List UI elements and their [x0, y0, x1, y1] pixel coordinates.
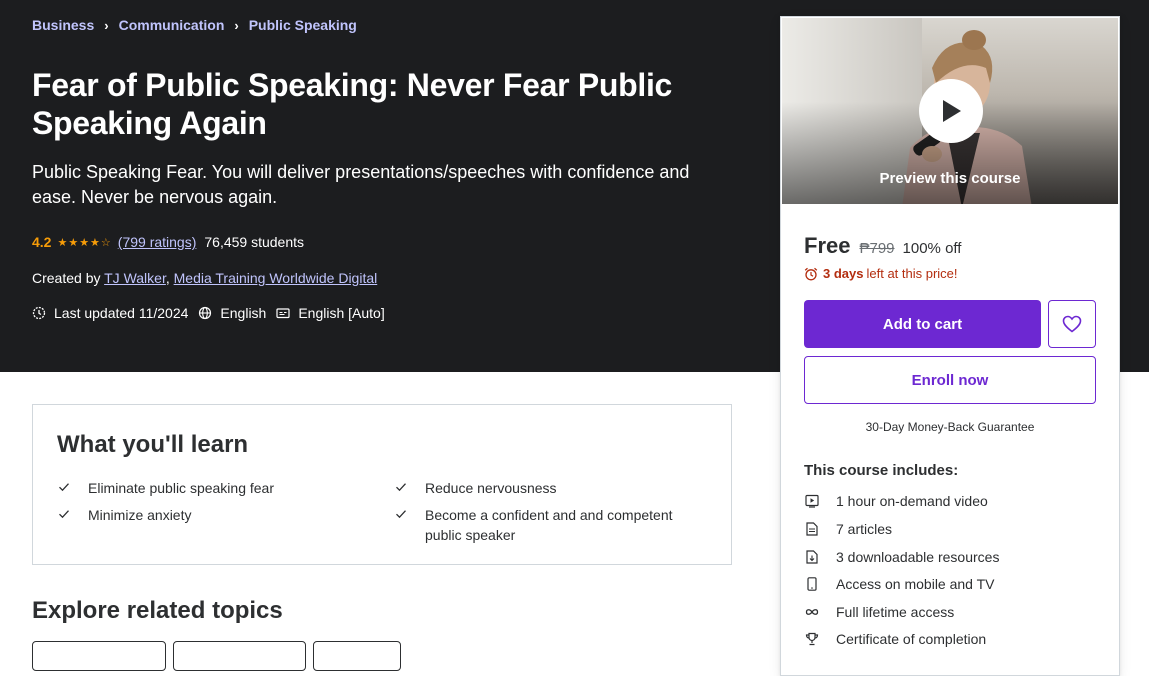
play-icon — [943, 100, 961, 122]
include-item-label: Certificate of completion — [836, 631, 987, 647]
star-rating-icon: ★★★★☆ — [57, 236, 112, 249]
include-item: 7 articles — [804, 521, 892, 537]
breadcrumb-business[interactable]: Business — [32, 17, 94, 33]
heart-icon — [1062, 315, 1082, 333]
captions-text: English [Auto] — [298, 305, 385, 321]
language-text: English — [220, 305, 267, 321]
price-row: Free ₱799 100% off — [804, 233, 961, 259]
learn-item-text: Become a confident and and competent pub… — [425, 507, 673, 543]
countdown-text: left at this price! — [866, 266, 958, 281]
learn-item: Minimize anxiety — [57, 505, 357, 525]
include-item: 3 downloadable resources — [804, 549, 999, 565]
learn-item-text: Eliminate public speaking fear — [88, 480, 274, 496]
includes-title: This course includes: — [804, 462, 959, 479]
last-updated-text: Last updated 11/2024 — [54, 305, 189, 321]
learn-title: What you'll learn — [57, 431, 249, 458]
preview-label: Preview this course — [879, 170, 1021, 187]
include-item: Full lifetime access — [804, 604, 954, 620]
course-subtitle: Public Speaking Fear. You will deliver p… — [32, 162, 690, 207]
include-item-label: 1 hour on-demand video — [836, 493, 988, 509]
download-icon — [804, 550, 820, 564]
rating-value: 4.2 — [32, 234, 52, 250]
alarm-clock-icon — [804, 267, 818, 280]
check-icon — [59, 483, 69, 492]
learn-item-text: Reduce nervousness — [425, 480, 557, 496]
related-topics-title: Explore related topics — [32, 597, 283, 624]
related-topic-pill[interactable] — [173, 641, 306, 671]
discount-percent: 100% off — [902, 240, 962, 257]
learn-item: Eliminate public speaking fear — [57, 478, 357, 498]
infinity-icon — [804, 608, 820, 616]
check-icon — [396, 483, 406, 492]
purchase-sidebar: Preview this course Free ₱799 100% off 3… — [780, 16, 1120, 676]
course-captions: English [Auto] — [276, 305, 385, 321]
course-preview-video[interactable]: Preview this course — [782, 18, 1118, 204]
learn-item: Become a confident and and competent pub… — [394, 505, 684, 545]
wishlist-button[interactable] — [1048, 300, 1096, 348]
related-topic-pill[interactable] — [313, 641, 401, 671]
countdown-days: 3 days — [823, 266, 864, 281]
include-item-label: 7 articles — [836, 521, 893, 537]
created-by-label: Created by — [32, 270, 101, 286]
course-title: Fear of Public Speaking: Never Fear Publ… — [32, 67, 673, 141]
play-button[interactable] — [919, 79, 983, 143]
instructor-link-tj-walker[interactable]: TJ Walker — [104, 270, 166, 286]
instructor-link-media-training[interactable]: Media Training Worldwide Digital — [174, 270, 378, 286]
video-icon — [804, 494, 820, 508]
money-back-guarantee: 30-Day Money-Back Guarantee — [865, 420, 1035, 434]
rating-row: 4.2 ★★★★☆ (799 ratings) 76,459 students — [32, 234, 304, 250]
current-price: Free — [804, 233, 851, 258]
add-to-cart-button[interactable]: Add to cart — [804, 300, 1041, 348]
breadcrumb-communication[interactable]: Communication — [119, 17, 225, 33]
include-item-label: Full lifetime access — [836, 604, 955, 620]
what-youll-learn: What you'll learn Eliminate public speak… — [32, 404, 732, 565]
update-icon — [32, 306, 46, 320]
include-item: Certificate of completion — [804, 631, 986, 647]
related-topic-pill[interactable] — [32, 641, 166, 671]
breadcrumb: Business › Communication › Public Speaki… — [32, 17, 357, 33]
original-price: ₱799 — [859, 240, 895, 257]
last-updated: Last updated 11/2024 — [32, 305, 188, 321]
chevron-right-icon: › — [104, 17, 109, 33]
discount-countdown: 3 days left at this price! — [804, 266, 958, 281]
mobile-icon — [804, 577, 820, 591]
enroll-now-button[interactable]: Enroll now — [804, 356, 1096, 404]
learn-item: Reduce nervousness — [394, 478, 694, 498]
trophy-icon — [804, 632, 820, 646]
ratings-count-link[interactable]: (799 ratings) — [118, 234, 197, 250]
include-item-label: Access on mobile and TV — [836, 576, 995, 592]
breadcrumb-public-speaking[interactable]: Public Speaking — [249, 17, 357, 33]
globe-icon — [199, 306, 212, 320]
article-icon — [804, 522, 820, 536]
chevron-right-icon: › — [234, 17, 239, 33]
include-item: Access on mobile and TV — [804, 576, 995, 592]
course-meta: Last updated 11/2024 English English [Au… — [32, 305, 395, 321]
check-icon — [396, 510, 406, 519]
created-by: Created by TJ Walker, Media Training Wor… — [32, 270, 378, 286]
course-language: English — [198, 305, 266, 321]
students-count: 76,459 students — [204, 234, 305, 250]
include-item: 1 hour on-demand video — [804, 493, 988, 509]
include-item-label: 3 downloadable resources — [836, 549, 1000, 565]
check-icon — [59, 510, 69, 519]
captions-icon — [276, 308, 290, 319]
learn-item-text: Minimize anxiety — [88, 507, 192, 523]
